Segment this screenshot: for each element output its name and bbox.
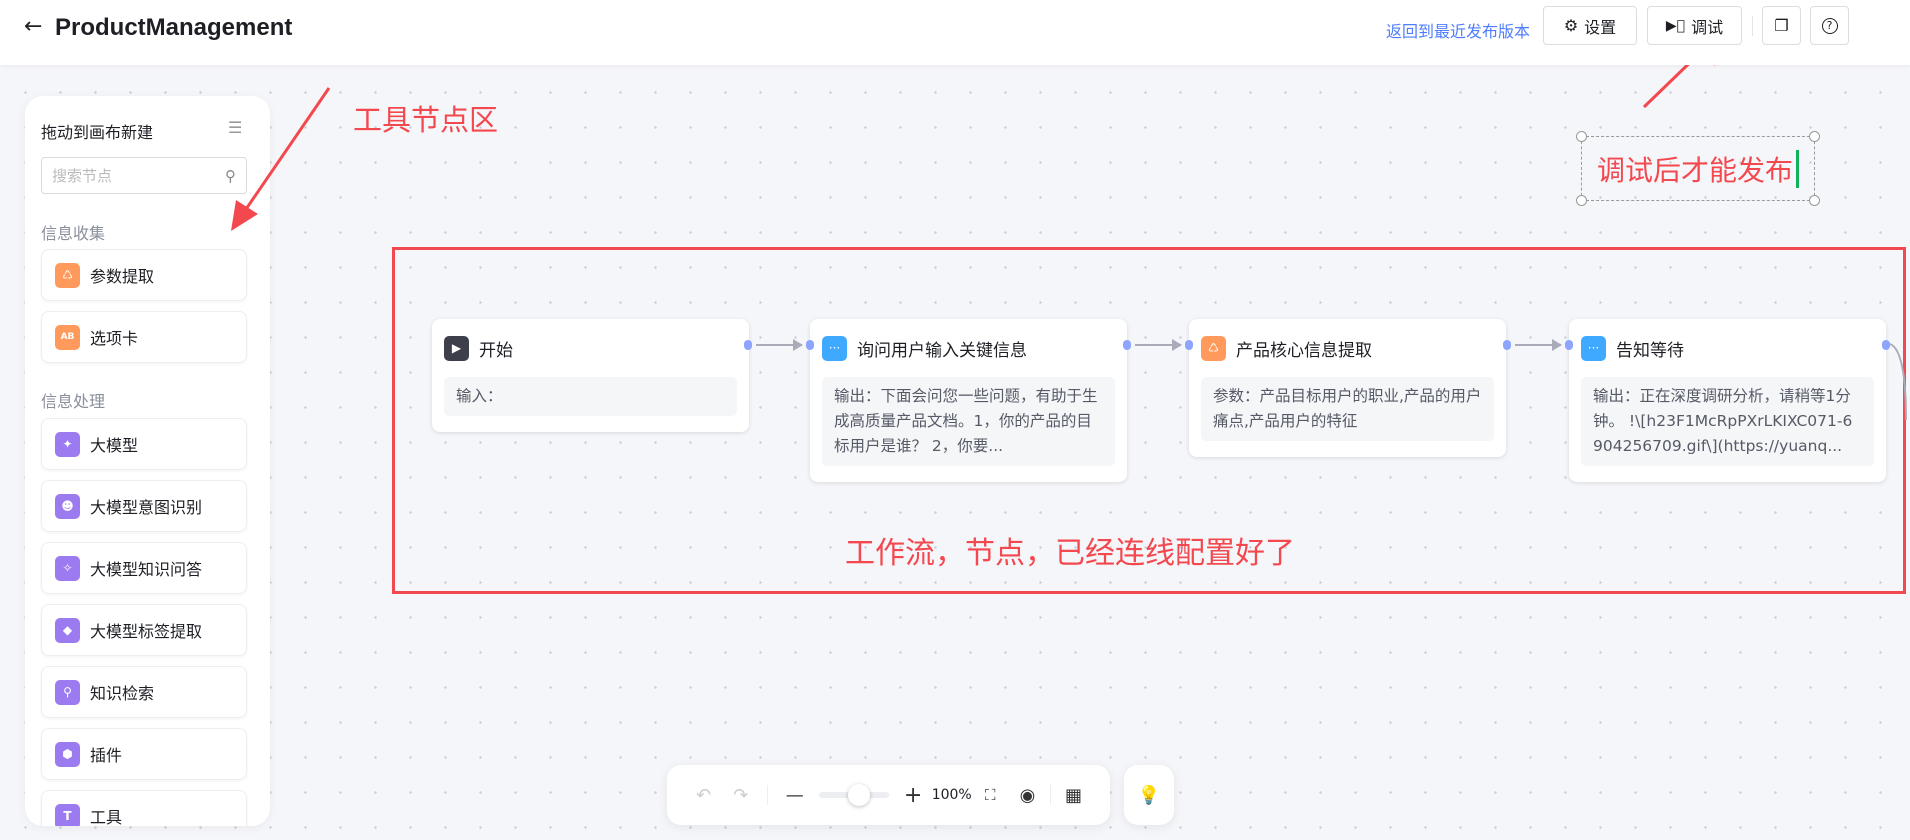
resize-handle[interactable] — [1576, 131, 1587, 142]
play-circle-icon: ▶⃝ — [1665, 17, 1686, 34]
annotation-arrow-icon — [231, 87, 331, 231]
copy-button[interactable]: ❐ — [1762, 6, 1801, 45]
revert-to-published-link[interactable]: 返回到最近发布版本 — [1386, 18, 1530, 42]
divider — [1752, 16, 1753, 36]
help-button[interactable]: ? — [1810, 6, 1849, 45]
connection-edge — [1889, 343, 1907, 421]
text-cursor — [1796, 149, 1799, 188]
help-icon: ? — [1821, 17, 1838, 34]
gear-icon: ⚙ — [1563, 16, 1579, 35]
resize-handle[interactable] — [1809, 131, 1820, 142]
debug-button[interactable]: ▶⃝ 调试 — [1647, 6, 1742, 45]
copy-icon: ❐ — [1774, 16, 1789, 35]
resize-handle[interactable] — [1809, 195, 1820, 206]
top-bar: ← ProductManagement 返回到最近发布版本 ⚙ 设置 ▶⃝ 调试 ❐… — [0, 0, 1910, 65]
settings-button[interactable]: ⚙ 设置 — [1543, 6, 1637, 45]
annotation-debug-note[interactable]: 调试后才能发布 — [1576, 131, 1820, 206]
page-title: ProductManagement — [55, 14, 293, 41]
resize-handle[interactable] — [1576, 195, 1587, 206]
annotation-arrows — [231, 37, 1907, 421]
back-arrow-icon[interactable]: ← — [24, 14, 42, 39]
